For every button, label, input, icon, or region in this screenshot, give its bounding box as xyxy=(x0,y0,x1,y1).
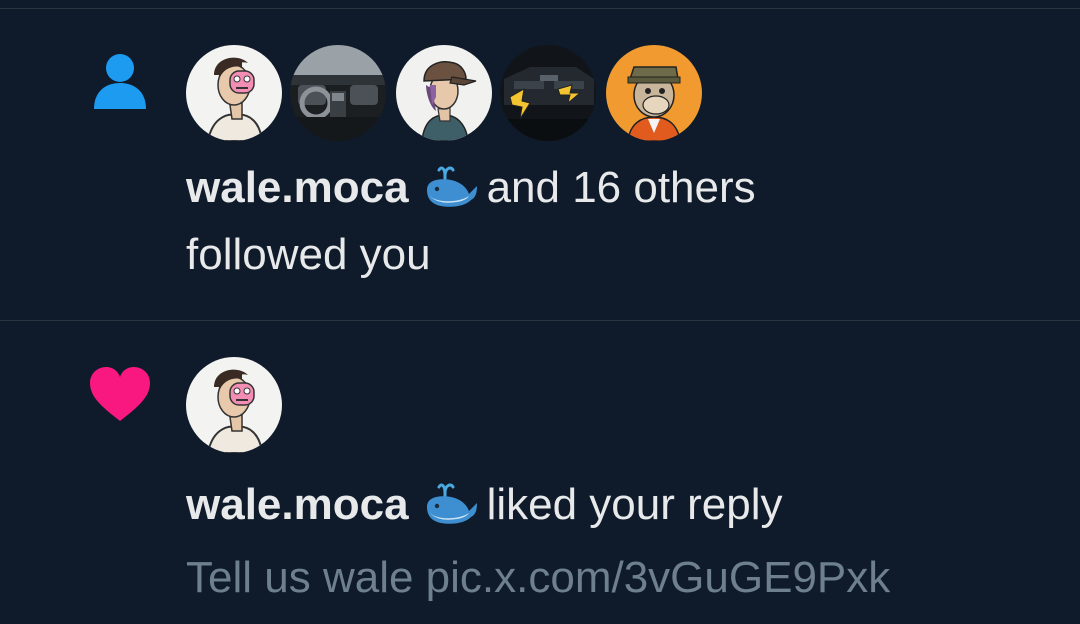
actor-name[interactable]: wale.moca xyxy=(186,163,409,212)
follow-notification[interactable]: wale.moca and 16 others followed you xyxy=(0,9,1080,320)
like-summary-line: wale.moca liked your reply xyxy=(186,478,782,532)
actor-name[interactable]: wale.moca xyxy=(186,480,409,529)
reply-snippet[interactable]: Tell us wale pic.x.com/3vGuGE9Pxk xyxy=(186,551,890,605)
like-action-text: liked your reply xyxy=(486,480,783,529)
follow-rest-text: and 16 others xyxy=(486,163,756,212)
person-icon xyxy=(92,51,148,111)
avatar-dark-car-art[interactable] xyxy=(500,45,596,141)
follow-action-text: followed you xyxy=(186,230,431,279)
whale-emoji-icon xyxy=(423,164,479,208)
heart-icon xyxy=(88,365,152,423)
whale-emoji-icon xyxy=(423,481,479,525)
follow-summary-line: wale.moca and 16 others xyxy=(186,161,756,215)
avatar-wale-moca[interactable] xyxy=(186,357,282,453)
avatar-cap-person[interactable] xyxy=(396,45,492,141)
avatar-wale-moca[interactable] xyxy=(186,45,282,141)
avatar-bored-ape[interactable] xyxy=(606,45,702,141)
avatar-car-interior[interactable] xyxy=(290,45,386,141)
like-notification[interactable]: wale.moca liked your reply Tell us wale … xyxy=(0,321,1080,624)
